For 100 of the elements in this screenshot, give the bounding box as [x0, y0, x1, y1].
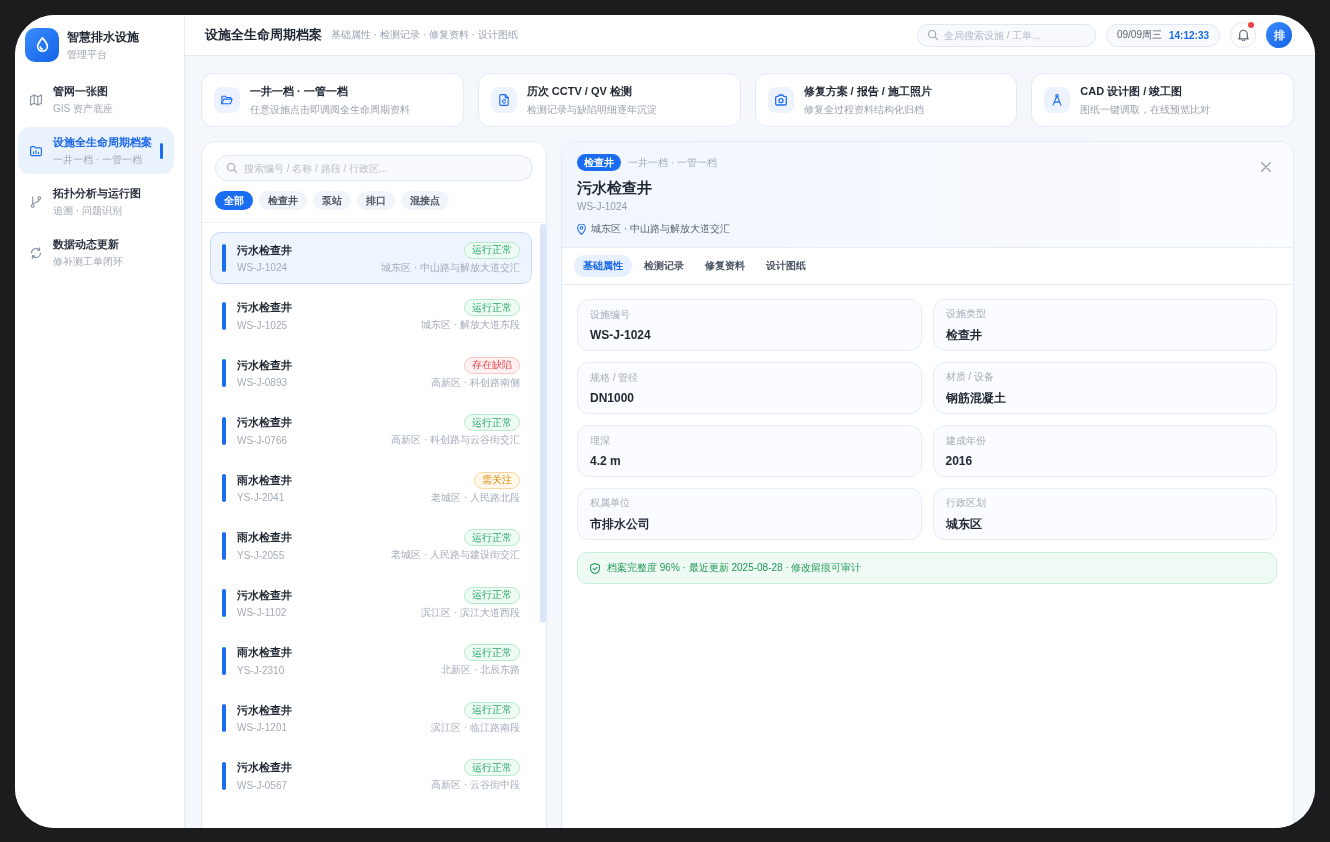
facility-code: WS-J-0766 — [237, 434, 288, 446]
tab[interactable]: 基础属性 — [574, 255, 632, 277]
facility-location: 老城区 · 人民路北段 — [431, 490, 520, 505]
facility-list-item[interactable]: 污水检查井 运行正常 WS-J-0766 高新区 · 科创路与云谷街交汇 — [210, 404, 532, 457]
field-label: 埋深 — [590, 434, 611, 448]
detail-code: WS-J-1024 — [577, 201, 627, 213]
document-icon — [490, 87, 517, 113]
marker-bar-icon — [222, 301, 226, 330]
filter-chip[interactable]: 泵站 — [313, 191, 351, 210]
feature-title: 一井一档 · 一管一档 — [250, 83, 349, 99]
feature-title: 修复方案 / 报告 / 施工照片 — [803, 83, 932, 99]
status-badge: 运行正常 — [464, 759, 520, 776]
facility-name: 污水检查井 — [237, 415, 292, 430]
facility-location: 北新区 · 北辰东路 — [441, 663, 520, 677]
nav-item[interactable]: 管网一张图 GIS 资产底座 — [18, 76, 174, 123]
marker-bar-icon — [222, 646, 226, 675]
map-icon — [30, 93, 42, 106]
facility-code: WS-J-1024 — [237, 262, 288, 273]
marker-bar-icon — [222, 416, 226, 445]
filter-chip[interactable]: 检查井 — [259, 191, 307, 210]
date-text: 09/09周三 — [1116, 28, 1162, 42]
facility-code: YS-J-2041 — [237, 492, 286, 503]
marker-bar-icon — [222, 761, 226, 790]
facility-list-item[interactable]: 雨水检查井 需关注 YS-J-2041 老城区 · 人民路北段 — [210, 462, 532, 514]
user-avatar[interactable]: 排 — [1266, 22, 1292, 48]
facility-name: 污水检查井 — [237, 242, 292, 258]
bell-icon — [1237, 29, 1249, 41]
nav-item-subtitle: 追溯 · 问题识别 — [53, 203, 123, 218]
facility-name: 污水检查井 — [237, 702, 292, 718]
facility-name: 污水检查井 — [237, 587, 292, 603]
nav-item[interactable]: 数据动态更新 修补测工单闭环 — [18, 229, 174, 276]
tab[interactable]: 修复资料 — [696, 255, 754, 277]
nav-item[interactable]: 拓扑分析与运行图 追溯 · 问题识别 — [18, 178, 174, 225]
feature-description: 修复全过程资料结构化归档 — [803, 102, 925, 117]
status-badge: 存在缺陷 — [464, 356, 520, 374]
field-value: 2016 — [945, 454, 974, 468]
detail-location: 城东区 · 中山路与解放大道交汇 — [591, 222, 730, 236]
breadcrumb: 基础属性 · 检测记录 · 修复资料 · 设计图纸 — [331, 28, 518, 42]
field-value: DN1000 — [590, 391, 636, 405]
detail-title: 污水检查井 — [577, 179, 652, 197]
nav-item-subtitle: GIS 资产底座 — [53, 101, 114, 116]
feature-description: 图纸一键调取，在线预览比对 — [1080, 102, 1211, 117]
field-label: 材质 / 设备 — [945, 369, 995, 384]
type-badge: 检查井 — [577, 154, 621, 171]
location-pin-icon — [577, 223, 586, 235]
folder-icon — [30, 144, 42, 157]
marker-bar-icon — [222, 244, 226, 272]
facility-name: 雨水检查井 — [237, 645, 292, 660]
field-value: 市排水公司 — [590, 515, 651, 533]
facility-code: WS-J-1102 — [237, 607, 288, 618]
facility-location: 城东区 · 中山路与解放大道交汇 — [381, 260, 520, 275]
marker-bar-icon — [222, 704, 226, 732]
field-label: 建成年份 — [945, 434, 987, 448]
filter-chip[interactable]: 全部 — [215, 191, 253, 210]
facility-code: YS-J-2055 — [237, 549, 286, 561]
status-badge: 需关注 — [474, 471, 520, 489]
field-label: 设施编号 — [590, 308, 631, 322]
tab[interactable]: 设计图纸 — [757, 255, 815, 277]
status-badge: 运行正常 — [464, 414, 520, 431]
facility-list-item[interactable]: 污水检查井 运行正常 WS-J-1024 城东区 · 中山路与解放大道交汇 — [210, 232, 532, 284]
scrollbar-thumb[interactable] — [540, 224, 546, 623]
status-badge: 运行正常 — [464, 586, 520, 604]
nav-item-subtitle: 修补测工单闭环 — [53, 254, 124, 269]
facility-list-item[interactable]: 污水检查井 运行正常 WS-J-1102 滨江区 · 滨江大道西段 — [210, 577, 532, 629]
marker-bar-icon — [222, 531, 226, 560]
facility-code: WS-J-1201 — [237, 722, 288, 733]
facility-location: 高新区 · 科创路与云谷街交汇 — [391, 433, 520, 447]
tab[interactable]: 检测记录 — [635, 255, 693, 277]
facility-list-item[interactable]: 污水检查井 运行正常 WS-J-1025 城东区 · 解放大道东段 — [210, 289, 532, 342]
app-subtitle: 管理平台 — [67, 47, 108, 62]
filter-chip[interactable]: 混接点 — [401, 191, 449, 210]
facility-list-item[interactable]: 污水检查井 存在缺陷 WS-J-0893 高新区 · 科创路南侧 — [210, 347, 532, 399]
facility-list-item[interactable]: 污水检查井 运行正常 WS-J-1201 滨江区 · 临江路南段 — [210, 692, 532, 744]
facility-location: 高新区 · 科创路南侧 — [431, 375, 520, 390]
marker-bar-icon — [222, 474, 226, 502]
camera-icon — [767, 87, 794, 113]
facility-name: 污水检查井 — [237, 300, 292, 315]
field-label: 设施类型 — [945, 306, 987, 321]
facility-list-item[interactable]: 雨水检查井 运行正常 YS-J-2310 北新区 · 北辰东路 — [210, 634, 532, 687]
close-button[interactable] — [1261, 162, 1271, 172]
filter-chip[interactable]: 排口 — [357, 191, 395, 210]
compass-icon — [1044, 87, 1071, 113]
marker-bar-icon — [222, 589, 226, 617]
status-badge: 运行正常 — [464, 529, 520, 546]
facility-code: WS-J-1025 — [237, 319, 288, 331]
close-icon — [1261, 162, 1271, 172]
facility-code: WS-J-0893 — [237, 377, 288, 388]
status-badge: 运行正常 — [464, 644, 520, 661]
feature-description: 任意设施点击即调阅全生命周期资料 — [250, 102, 410, 117]
facility-list-item[interactable]: 雨水检查井 运行正常 YS-J-2055 老城区 · 人民路与建设街交汇 — [210, 519, 532, 572]
feature-title: 历次 CCTV / QV 检测 — [526, 83, 633, 99]
facility-list-item[interactable]: 污水检查井 运行正常 WS-J-0567 高新区 · 云谷街中段 — [210, 749, 532, 802]
facility-location: 滨江区 · 临江路南段 — [431, 720, 520, 735]
branch-icon — [30, 195, 42, 208]
app-name: 智慧排水设施 — [67, 28, 139, 46]
completeness-text: 档案完整度 96% · 最近更新 2025-08-28 · 修改留痕可审计 — [607, 561, 862, 575]
nav-item-title: 管网一张图 — [53, 83, 109, 99]
marker-bar-icon — [222, 359, 226, 387]
facility-code: WS-J-0567 — [237, 779, 288, 791]
notification-button[interactable] — [1230, 22, 1256, 48]
